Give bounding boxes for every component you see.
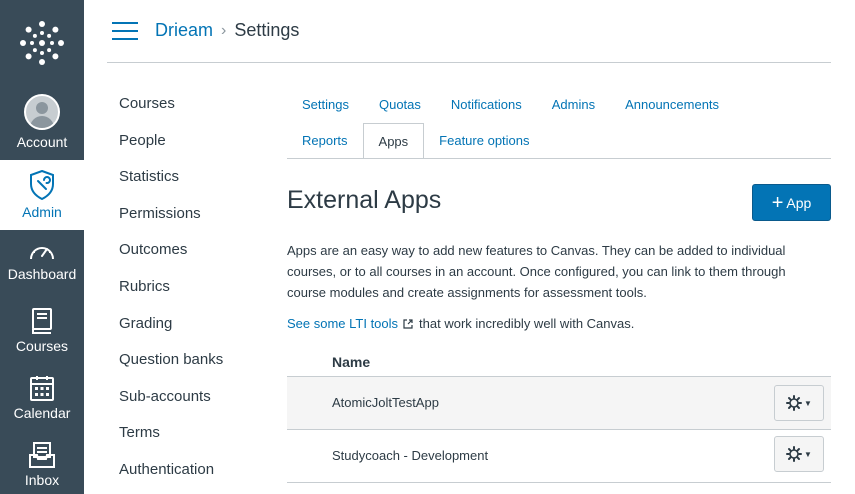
caret-down-icon: ▼ [804,398,812,408]
avatar [24,94,60,130]
tab-feature-options[interactable]: Feature options [424,123,544,159]
book-icon [32,308,52,334]
tab-reports[interactable]: Reports [287,123,363,159]
account-subnav: Courses People Statistics Permissions Ou… [119,94,223,494]
plus-icon: + [771,191,784,214]
subnav-item-terms[interactable]: Terms [119,423,223,460]
lti-tools-suffix: that work incredibly well with Canvas. [419,316,635,331]
app-name: AtomicJoltTestApp [332,395,439,410]
table-row: AtomicJoltTestApp ▼ [287,377,831,429]
breadcrumb: Drieam › Settings [155,20,299,41]
lti-tools-line: See some LTI tools that work incredibly … [287,316,634,331]
lti-tools-link[interactable]: See some LTI tools [287,316,398,331]
tab-settings[interactable]: Settings [287,87,364,123]
external-link-icon [403,318,413,329]
settings-tabs-row-2: Reports Apps Feature options [287,123,545,159]
settings-tabs-row-1: Settings Quotas Notifications Admins Ann… [287,87,734,123]
tab-quotas[interactable]: Quotas [364,87,436,123]
gnav-admin-label: Admin [22,204,62,220]
gnav-account[interactable]: Account [0,89,84,157]
app-name: Studycoach - Development [332,448,489,463]
subnav-item-sub-accounts[interactable]: Sub-accounts [119,387,223,424]
page-title: External Apps [287,186,442,214]
tab-notifications[interactable]: Notifications [436,87,537,123]
calendar-icon [30,376,54,401]
subnav-item-authentication[interactable]: Authentication [119,460,223,494]
tabs-divider [287,158,831,159]
app-settings-button[interactable]: ▼ [774,385,824,421]
global-nav: Account Admin Dashboard Courses Calendar… [0,0,84,494]
gnav-calendar[interactable]: Calendar [0,375,84,433]
subnav-item-courses[interactable]: Courses [119,94,223,131]
subnav-item-rubrics[interactable]: Rubrics [119,277,223,314]
add-app-button[interactable]: + App [752,184,831,221]
subnav-item-statistics[interactable]: Statistics [119,167,223,204]
subnav-item-question-banks[interactable]: Question banks [119,350,223,387]
add-app-button-label: App [786,194,812,211]
gnav-courses[interactable]: Courses [0,308,84,366]
app-settings-button[interactable]: ▼ [774,436,824,472]
gear-icon [786,446,803,462]
shield-icon [30,170,54,200]
subnav-item-outcomes[interactable]: Outcomes [119,240,223,277]
dashboard-icon [30,247,54,260]
gear-icon [786,395,803,411]
gnav-dashboard[interactable]: Dashboard [0,240,84,298]
subnav-item-people[interactable]: People [119,131,223,168]
subnav-item-grading[interactable]: Grading [119,314,223,351]
tab-apps[interactable]: Apps [362,123,425,159]
breadcrumb-current: Settings [234,20,300,40]
gnav-courses-label: Courses [15,338,69,354]
chevron-right-icon: › [221,21,227,39]
hamburger-menu-icon[interactable] [112,22,138,42]
header-divider [107,62,831,63]
gnav-admin[interactable]: Admin [0,160,84,230]
apps-description: Apps are an easy way to add new features… [287,243,786,300]
tab-announcements[interactable]: Announcements [610,87,734,123]
inbox-icon [29,442,55,468]
canvas-logo-icon[interactable] [0,0,84,85]
breadcrumb-account-link[interactable]: Drieam [155,20,213,41]
table-row: Studycoach - Development ▼ [287,430,831,482]
gnav-calendar-label: Calendar [13,405,71,421]
tab-admins[interactable]: Admins [537,87,610,123]
gnav-account-label: Account [16,134,68,150]
caret-down-icon: ▼ [804,449,812,459]
gnav-inbox-label: Inbox [24,472,60,488]
subnav-item-permissions[interactable]: Permissions [119,204,223,241]
table-divider [287,482,831,483]
gnav-inbox[interactable]: Inbox [0,442,84,494]
table-header-name: Name [332,354,371,370]
gnav-dashboard-label: Dashboard [7,266,77,282]
